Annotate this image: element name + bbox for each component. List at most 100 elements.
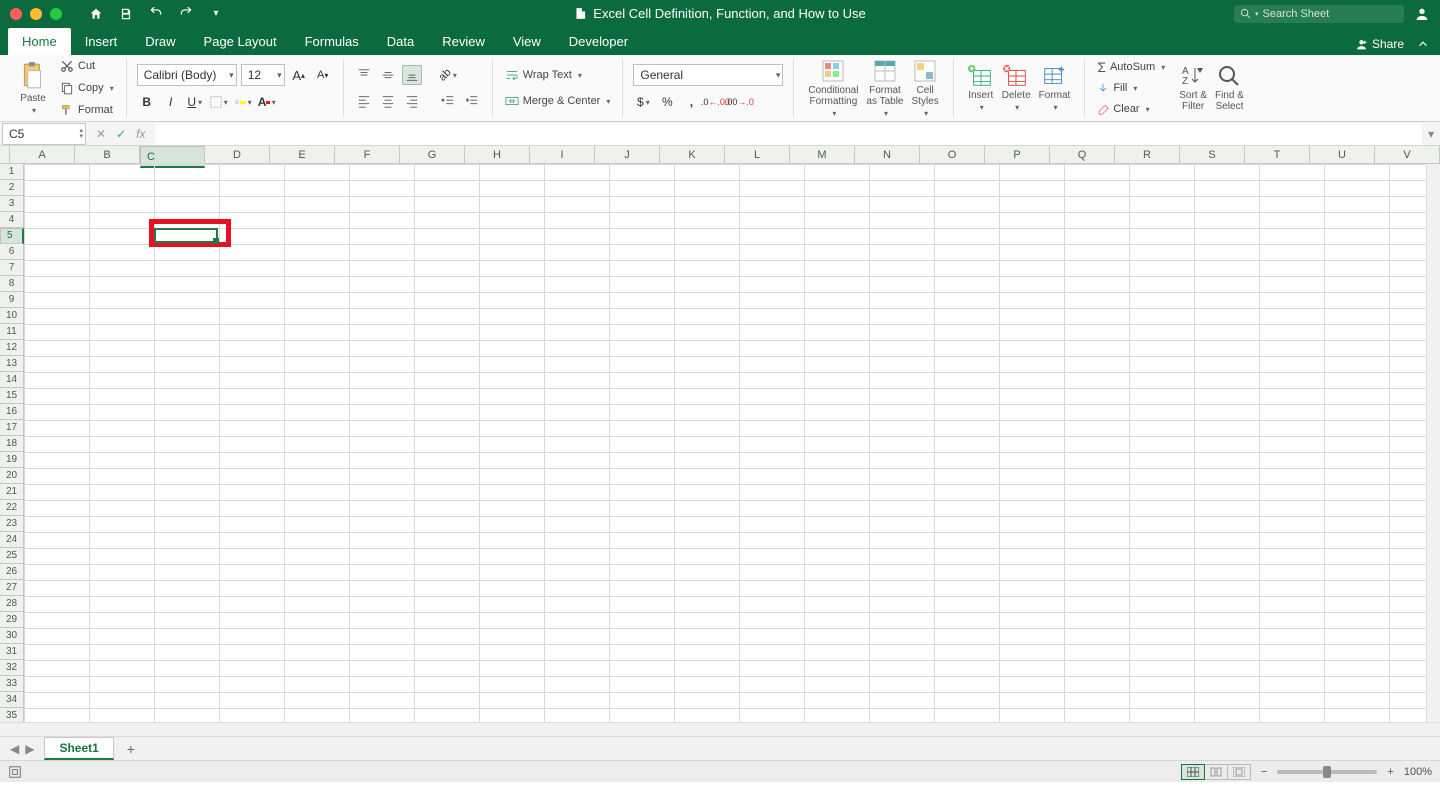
cancel-formula-icon[interactable]: ✕ — [96, 127, 106, 141]
minimize-window-icon[interactable] — [30, 8, 42, 20]
font-name-select[interactable]: Calibri (Body)▾ — [137, 64, 237, 86]
name-box[interactable]: C5 ▴▾ — [2, 123, 86, 145]
merge-center-button[interactable]: Merge & Center▾ — [503, 92, 613, 110]
wrap-text-button[interactable]: Wrap Text▾ — [503, 66, 613, 84]
tab-page-layout[interactable]: Page Layout — [190, 28, 291, 55]
row-header[interactable]: 19 — [0, 452, 24, 468]
fill-color-button[interactable]: ▾ — [233, 92, 253, 112]
row-header[interactable]: 1 — [0, 164, 24, 180]
align-bottom-button[interactable] — [402, 65, 422, 85]
column-header[interactable]: J — [595, 146, 660, 163]
row-header[interactable]: 15 — [0, 388, 24, 404]
row-header[interactable]: 17 — [0, 420, 24, 436]
row-header[interactable]: 18 — [0, 436, 24, 452]
sort-filter-button[interactable]: AZ Sort & Filter — [1175, 64, 1211, 112]
row-header[interactable]: 27 — [0, 580, 24, 596]
format-painter-button[interactable]: Format — [58, 101, 116, 119]
insert-cells-button[interactable]: Insert▾ — [964, 64, 998, 112]
row-header[interactable]: 21 — [0, 484, 24, 500]
save-icon[interactable] — [118, 6, 134, 22]
zoom-out-button[interactable]: − — [1261, 766, 1267, 778]
row-header[interactable]: 29 — [0, 612, 24, 628]
tab-review[interactable]: Review — [428, 28, 499, 55]
column-header[interactable]: N — [855, 146, 920, 163]
column-header[interactable]: I — [530, 146, 595, 163]
row-header[interactable]: 32 — [0, 660, 24, 676]
align-center-button[interactable] — [378, 91, 398, 111]
tab-formulas[interactable]: Formulas — [291, 28, 373, 55]
orientation-button[interactable]: ab▾ — [438, 65, 458, 85]
row-header[interactable]: 23 — [0, 516, 24, 532]
align-right-button[interactable] — [402, 91, 422, 111]
account-icon[interactable] — [1414, 6, 1430, 22]
row-header[interactable]: 3 — [0, 196, 24, 212]
column-header[interactable]: G — [400, 146, 465, 163]
row-header[interactable]: 33 — [0, 676, 24, 692]
row-header[interactable]: 10 — [0, 308, 24, 324]
row-header[interactable]: 5 — [0, 228, 24, 244]
row-header[interactable]: 7 — [0, 260, 24, 276]
zoom-slider[interactable] — [1277, 770, 1377, 774]
column-header[interactable]: L — [725, 146, 790, 163]
comma-button[interactable]: , — [681, 92, 701, 112]
qat-dropdown-icon[interactable]: ▾ — [208, 6, 224, 22]
row-header[interactable]: 9 — [0, 292, 24, 308]
fx-icon[interactable]: fx — [136, 127, 145, 141]
page-layout-view-button[interactable] — [1204, 764, 1228, 780]
tab-developer[interactable]: Developer — [555, 28, 642, 55]
sheet-tab-sheet1[interactable]: Sheet1 — [44, 737, 113, 760]
bold-button[interactable]: B — [137, 92, 157, 112]
column-header[interactable]: M — [790, 146, 855, 163]
borders-button[interactable]: ▾ — [209, 92, 229, 112]
font-color-button[interactable]: A▾ — [257, 92, 277, 112]
row-header[interactable]: 31 — [0, 644, 24, 660]
column-header[interactable]: T — [1245, 146, 1310, 163]
column-header[interactable]: U — [1310, 146, 1375, 163]
currency-button[interactable]: $▾ — [633, 92, 653, 112]
add-sheet-button[interactable]: + — [120, 741, 142, 757]
tab-insert[interactable]: Insert — [71, 28, 132, 55]
column-header[interactable]: B — [75, 146, 140, 163]
zoom-label[interactable]: 100% — [1404, 766, 1432, 778]
zoom-in-button[interactable]: + — [1387, 766, 1393, 778]
cells-area[interactable] — [24, 164, 1440, 736]
row-header[interactable]: 11 — [0, 324, 24, 340]
home-icon[interactable] — [88, 6, 104, 22]
conditional-formatting-button[interactable]: Conditional Formatting▾ — [804, 59, 862, 118]
font-size-select[interactable]: 12▾ — [241, 64, 285, 86]
cell-styles-button[interactable]: Cell Styles▾ — [908, 59, 943, 118]
increase-decimal-button[interactable]: .0←.00 — [705, 92, 725, 112]
prev-sheet-icon[interactable]: ◀ — [10, 742, 19, 756]
tab-view[interactable]: View — [499, 28, 555, 55]
decrease-indent-button[interactable] — [438, 91, 458, 111]
cut-button[interactable]: Cut — [58, 57, 116, 75]
column-header[interactable]: E — [270, 146, 335, 163]
align-left-button[interactable] — [354, 91, 374, 111]
maximize-window-icon[interactable] — [50, 8, 62, 20]
format-cells-button[interactable]: Format▾ — [1035, 64, 1075, 112]
fill-button[interactable]: Fill▾ — [1095, 79, 1167, 97]
vertical-scrollbar[interactable] — [1426, 164, 1440, 722]
row-header[interactable]: 4 — [0, 212, 24, 228]
column-header[interactable]: S — [1180, 146, 1245, 163]
row-header[interactable]: 28 — [0, 596, 24, 612]
row-header[interactable]: 6 — [0, 244, 24, 260]
row-header[interactable]: 16 — [0, 404, 24, 420]
select-all-corner[interactable] — [0, 146, 10, 163]
delete-cells-button[interactable]: Delete▾ — [998, 64, 1035, 112]
align-top-button[interactable] — [354, 65, 374, 85]
row-header[interactable]: 34 — [0, 692, 24, 708]
search-input[interactable]: ▾ Search Sheet — [1234, 5, 1404, 23]
close-window-icon[interactable] — [10, 8, 22, 20]
row-header[interactable]: 24 — [0, 532, 24, 548]
fill-handle[interactable] — [213, 238, 219, 244]
formula-input[interactable] — [155, 123, 1422, 145]
normal-view-button[interactable] — [1181, 764, 1205, 780]
find-select-button[interactable]: Find & Select — [1211, 64, 1248, 112]
tab-home[interactable]: Home — [8, 28, 71, 55]
collapse-ribbon-icon[interactable] — [1416, 37, 1430, 51]
row-header[interactable]: 22 — [0, 500, 24, 516]
copy-button[interactable]: Copy▾ — [58, 79, 116, 97]
format-as-table-button[interactable]: Format as Table▾ — [862, 59, 907, 118]
share-button[interactable]: Share — [1355, 37, 1404, 51]
